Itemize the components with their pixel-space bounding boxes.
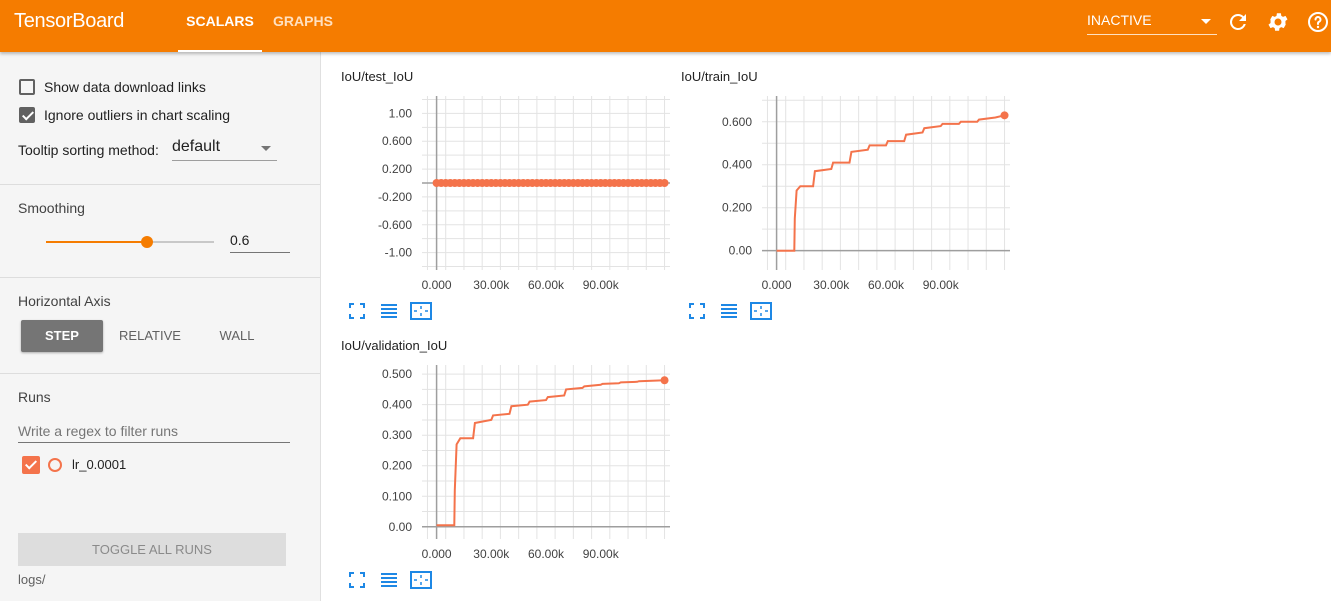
y-tick-label: 0.00 <box>389 520 413 534</box>
x-tick-label: 0.000 <box>422 547 452 561</box>
y-tick-label: 0.300 <box>382 428 412 442</box>
smoothing-label: Smoothing <box>18 200 85 216</box>
x-tick-label: 60.00k <box>528 547 565 561</box>
x-tick-label: 30.00k <box>813 278 850 292</box>
y-tick-label: 0.200 <box>382 459 412 473</box>
chevron-down-icon <box>261 146 271 151</box>
x-tick-label: 60.00k <box>868 278 905 292</box>
x-tick-label: 90.00k <box>583 278 620 292</box>
chart-title-train-iou: IoU/train_IoU <box>681 69 758 84</box>
fit-domain-icon[interactable] <box>410 571 432 589</box>
tooltip-sorting-select[interactable]: default <box>172 138 277 161</box>
fit-domain-icon[interactable] <box>410 302 432 320</box>
step-button[interactable]: STEP <box>21 320 103 352</box>
logdir-label: logs/ <box>18 572 46 587</box>
gear-icon[interactable] <box>1266 10 1290 34</box>
x-tick-label: 30.00k <box>473 278 510 292</box>
dashboard-select[interactable]: INACTIVE <box>1087 12 1217 35</box>
tooltip-sorting-label: Tooltip sorting method: <box>18 142 159 158</box>
y-tick-label: -0.200 <box>378 190 412 204</box>
fullscreen-icon[interactable] <box>688 302 706 320</box>
dashboard-select-value: INACTIVE <box>1087 12 1152 28</box>
x-tick-label: 0.000 <box>422 278 452 292</box>
series-line <box>776 114 1005 252</box>
fullscreen-icon[interactable] <box>348 302 366 320</box>
top-app-bar: TensorBoard SCALARS GRAPHS INACTIVE <box>0 0 1331 52</box>
ignore-outliers-label: Ignore outliers in chart scaling <box>44 107 230 123</box>
x-tick-label: 0.000 <box>762 278 792 292</box>
options-section: Show data download links Ignore outliers… <box>0 52 320 185</box>
data-point <box>660 179 669 187</box>
horizontal-axis-label: Horizontal Axis <box>18 293 111 309</box>
y-tick-label: 0.600 <box>382 134 412 148</box>
smoothing-slider-fill <box>46 241 147 243</box>
run-filter-input[interactable] <box>18 420 290 443</box>
chart-test-iou[interactable]: 1.00 0.600 0.200 -0.200 -0.600 -1.00 0.000 30.0… <box>340 86 675 298</box>
series-line <box>436 379 665 527</box>
wall-button[interactable]: WALL <box>200 320 274 352</box>
run-name: lr_0.0001 <box>72 457 127 472</box>
toggle-all-runs-button[interactable]: TOGGLE ALL RUNS <box>18 533 286 566</box>
list-icon[interactable] <box>380 302 398 320</box>
chart-title-test-iou: IoU/test_IoU <box>341 69 414 84</box>
runs-label: Runs <box>18 389 51 405</box>
chart-validation-iou[interactable]: 0.500 0.400 0.300 0.200 0.100 0.00 0.000 30.00k… <box>340 355 675 567</box>
list-icon[interactable] <box>380 571 398 589</box>
help-icon[interactable] <box>1306 10 1330 34</box>
y-tick-label: 0.600 <box>722 115 752 129</box>
app-title: TensorBoard <box>14 10 125 32</box>
x-tick-label: 90.00k <box>923 278 960 292</box>
y-tick-label: 1.00 <box>389 106 413 120</box>
y-tick-label: 0.200 <box>382 162 412 176</box>
y-tick-label: 0.00 <box>729 244 753 258</box>
list-icon[interactable] <box>720 302 738 320</box>
x-tick-label: 60.00k <box>528 278 565 292</box>
y-tick-label: -1.00 <box>385 246 413 260</box>
fullscreen-icon[interactable] <box>348 571 366 589</box>
show-download-label: Show data download links <box>44 79 206 95</box>
x-tick-label: 90.00k <box>583 547 620 561</box>
relative-button[interactable]: RELATIVE <box>110 320 190 352</box>
ignore-outliers-checkbox[interactable] <box>19 107 35 123</box>
run-color-radio[interactable] <box>48 458 62 472</box>
y-tick-label: 0.200 <box>722 201 752 215</box>
sidebar: Show data download links Ignore outliers… <box>0 52 321 601</box>
smoothing-section: Smoothing 0.6 <box>0 184 320 278</box>
refresh-icon[interactable] <box>1226 10 1250 34</box>
smoothing-input[interactable]: 0.6 <box>230 232 290 253</box>
fit-domain-icon[interactable] <box>750 302 772 320</box>
tab-graphs[interactable]: GRAPHS <box>266 0 340 52</box>
y-tick-label: -0.600 <box>378 218 412 232</box>
y-tick-label: 0.100 <box>382 489 412 503</box>
chart-title-validation-iou: IoU/validation_IoU <box>341 338 448 353</box>
show-download-checkbox[interactable] <box>19 79 35 95</box>
x-tick-label: 30.00k <box>473 547 510 561</box>
tooltip-sorting-value: default <box>172 138 221 155</box>
smoothing-slider-knob[interactable] <box>141 236 153 248</box>
tab-scalars[interactable]: SCALARS <box>178 0 262 52</box>
y-tick-label: 0.400 <box>722 158 752 172</box>
y-tick-label: 0.500 <box>382 367 412 381</box>
chevron-down-icon <box>1201 19 1211 24</box>
y-tick-label: 0.400 <box>382 398 412 412</box>
chart-train-iou[interactable]: 0.600 0.400 0.200 0.00 0.000 30.00k 60.00k 90.0… <box>680 86 1015 298</box>
last-data-point <box>660 376 669 385</box>
last-data-point <box>1000 111 1009 120</box>
run-checkbox[interactable] <box>22 456 40 474</box>
